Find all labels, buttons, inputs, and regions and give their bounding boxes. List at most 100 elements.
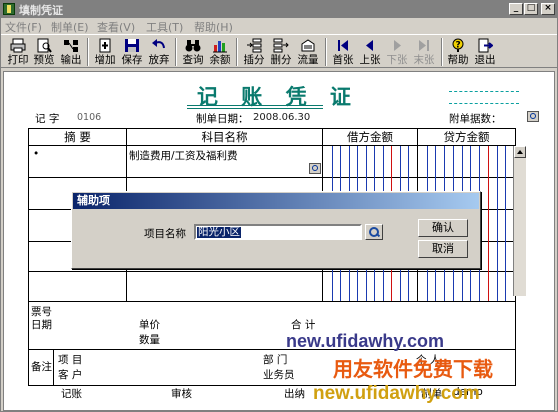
cashflow-button[interactable]: 流量 [295,37,321,67]
menu-tools[interactable]: 工具(T) [146,19,183,35]
confirm-button[interactable]: 确认 [418,219,468,237]
search-icon[interactable] [365,224,383,240]
watermark-url: new.ufidawhy.com [286,331,445,351]
title-underline [187,105,323,106]
menu-help[interactable]: 帮助(H) [194,19,233,35]
header-field [449,103,519,104]
bookkeeper-label: 记账 [61,388,82,400]
last-button[interactable]: 末张 [411,37,437,67]
query-button[interactable]: 查询 [180,37,206,67]
toolbar-separator [325,38,327,66]
delete-entry-icon [273,38,289,53]
watermark-slogan: 用友软件免费下载 [333,357,493,381]
project-name-value: 阳光小区 [197,226,241,238]
watermark-url-2: new.ufidawhy.com [313,383,480,404]
menu-edit[interactable]: 制单(E) [51,19,89,35]
cashier-label: 出纳 [284,388,305,400]
grid-scrollbar[interactable] [513,146,526,296]
total-label: 合 计 [291,319,316,331]
add-icon [97,38,113,53]
title-bar: 填制凭证 _ □ × [1,1,557,18]
exit-icon [477,38,494,53]
save-button[interactable]: 保存 [119,37,145,67]
first-button[interactable]: 首张 [330,37,356,67]
row1-account[interactable]: 制造费用/工资及福利费 [129,148,238,163]
minimize-button[interactable]: _ [509,3,523,15]
salesperson-label: 业务员 [263,369,295,381]
col-account-header: 科目名称 [127,129,323,146]
discard-button[interactable]: 放弃 [146,37,172,67]
maximize-button[interactable]: □ [524,3,538,15]
digit-line [496,146,498,301]
save-icon [124,38,140,53]
voucher-title: 记 账 凭 证 [197,84,359,109]
add-button[interactable]: 增加 [92,37,118,67]
auxiliary-item-dialog: 辅助项 项目名称 阳光小区 确认 取消 [71,191,481,269]
preview-icon [36,38,52,53]
next-button[interactable]: 下张 [384,37,410,67]
ticket-date-label: 日期 [31,319,52,331]
close-button[interactable]: × [541,3,555,15]
next-icon [389,38,405,53]
note-label: 备注 [31,361,52,373]
output-button[interactable]: 输出 [58,37,84,67]
balance-button[interactable]: 余额 [207,37,233,67]
col-debit-header: 借方金额 [323,129,418,146]
output-icon [63,38,79,53]
row-divider [29,177,515,178]
unit-price-label: 单价 [139,319,160,331]
preview-button[interactable]: 预览 [31,37,57,67]
exit-button[interactable]: 退出 [472,37,498,67]
attachment-lookup-icon[interactable] [527,111,539,122]
account-lookup-icon[interactable] [309,163,321,174]
toolbar: 打印 预览 输出 增加 保存 放弃 查询 余额 插分 删分 流量 首张 上张 下… [1,34,557,68]
department-label: 部 门 [263,354,288,366]
menu-file[interactable]: 文件(F) [5,19,42,35]
toolbar-separator [236,38,238,66]
voucher-type-label: 记 字 [35,113,60,125]
row1-summary[interactable]: • [33,148,39,160]
toolbar-separator [175,38,177,66]
cancel-button[interactable]: 取消 [418,240,468,258]
binoculars-icon [185,38,201,53]
help-button[interactable]: ? 帮助 [445,37,471,67]
help-icon: ? [450,38,466,53]
customer-label: 客 户 [58,369,83,381]
delete-entry-button[interactable]: 删分 [268,37,294,67]
first-icon [335,38,351,53]
app-icon [3,3,15,15]
reviewer-label: 审核 [171,388,192,400]
balance-chart-icon [212,38,228,53]
title-underline [187,108,323,109]
cashflow-icon [300,38,316,53]
toolbar-separator [87,38,89,66]
insert-entry-icon [246,38,262,53]
window-title: 填制凭证 [19,4,63,17]
insert-entry-button[interactable]: 插分 [241,37,267,67]
row-divider [29,301,515,302]
voucher-date[interactable]: 2008.06.30 [253,112,310,123]
undo-icon [151,38,167,53]
toolbar-separator [441,38,443,66]
date-label: 制单日期： [196,113,249,125]
printer-icon [10,38,26,53]
project-name-label: 项目名称 [144,228,186,240]
scroll-up-icon[interactable] [514,146,526,158]
print-button[interactable]: 打印 [5,37,31,67]
menu-view[interactable]: 查看(V) [97,19,135,35]
project-name-input[interactable]: 阳光小区 [194,224,362,240]
last-icon [416,38,432,53]
col-credit-header: 贷方金额 [418,129,515,146]
quantity-label: 数量 [139,334,160,346]
prev-button[interactable]: 上张 [357,37,383,67]
menu-bar: 文件(F) 制单(E) 查看(V) 工具(T) 帮助(H) [1,18,557,35]
note-divider [53,349,54,385]
dialog-title: 辅助项 [73,193,479,209]
header-field [449,91,519,92]
attachments-label: 附单据数： [449,113,502,125]
project-label: 项 目 [58,354,83,366]
voucher-window: 填制凭证 _ □ × 文件(F) 制单(E) 查看(V) 工具(T) 帮助(H)… [0,0,558,412]
digit-line [487,146,489,301]
digit-line [505,146,507,301]
voucher-number[interactable]: 0106 [77,112,101,123]
